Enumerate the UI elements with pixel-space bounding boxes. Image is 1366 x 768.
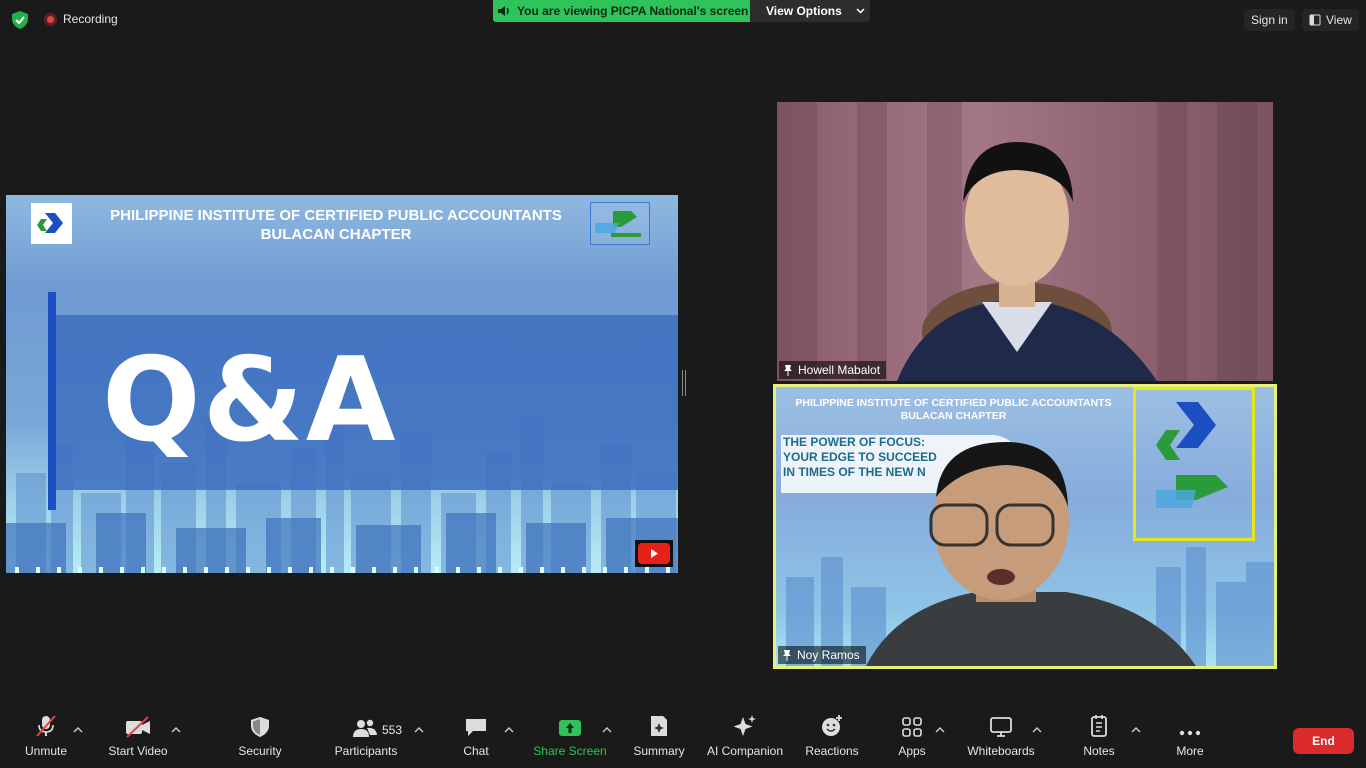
- caret-up-icon[interactable]: [1131, 726, 1141, 734]
- meeting-toolbar: Unmute Start Video Security Participants…: [0, 712, 1366, 768]
- viewing-label: You are viewing PICPA National's screen: [517, 4, 749, 18]
- start-video-label: Start Video: [108, 744, 168, 758]
- participant-name-howell: Howell Mabalot: [798, 363, 881, 377]
- apps-label: Apps: [898, 744, 926, 758]
- end-meeting-button[interactable]: End: [1293, 728, 1354, 754]
- unmute-button[interactable]: Unmute: [18, 712, 74, 768]
- whiteboards-icon: [990, 717, 1012, 737]
- recording-label: Recording: [63, 12, 118, 26]
- participant-name-noy: Noy Ramos: [797, 648, 860, 662]
- whiteboards-label: Whiteboards: [967, 744, 1035, 758]
- record-icon: [44, 12, 57, 26]
- slide-heading: Q&A: [102, 333, 398, 468]
- chat-icon: [466, 719, 486, 736]
- caret-up-icon[interactable]: [414, 726, 424, 734]
- meeting-top-bar: Recording You are viewing PICPA National…: [0, 0, 1366, 40]
- notes-button[interactable]: Notes: [1078, 712, 1120, 768]
- participants-button[interactable]: Participants: [330, 712, 402, 768]
- pin-icon: [784, 365, 792, 376]
- participants-label: Participants: [334, 744, 398, 758]
- slide-title-line2: BULACAN CHAPTER: [260, 226, 412, 243]
- beyond-numbers-logo: [590, 202, 650, 245]
- view-options-label: View Options: [766, 4, 842, 18]
- start-video-button[interactable]: Start Video: [106, 712, 170, 768]
- play-icon: [651, 549, 658, 558]
- summary-button[interactable]: Summary: [630, 712, 688, 768]
- pin-icon: [783, 650, 791, 661]
- share-screen-label: Share Screen: [533, 744, 607, 758]
- more-label: More: [1176, 744, 1204, 758]
- sign-in-label: Sign in: [1251, 13, 1288, 27]
- name-tag-noy: Noy Ramos: [778, 646, 866, 664]
- end-label: End: [1312, 734, 1335, 748]
- view-options-button[interactable]: View Options: [750, 0, 870, 22]
- name-tag-howell: Howell Mabalot: [779, 361, 887, 379]
- more-button[interactable]: More: [1170, 712, 1210, 768]
- caret-up-icon[interactable]: [602, 726, 612, 734]
- notes-label: Notes: [1083, 744, 1115, 758]
- ai-companion-label: AI Companion: [706, 744, 784, 758]
- sign-in-button[interactable]: Sign in: [1244, 9, 1295, 31]
- security-label: Security: [238, 744, 282, 758]
- video-play-button[interactable]: [635, 540, 673, 567]
- view-icon: [1309, 14, 1321, 26]
- participant-video-noy: [866, 442, 1196, 666]
- speaker-icon: [498, 6, 509, 16]
- notes-icon: [1091, 715, 1107, 737]
- apps-icon: [902, 717, 922, 737]
- participants-icon: [353, 719, 377, 737]
- summary-label: Summary: [633, 744, 685, 758]
- unmute-label: Unmute: [24, 744, 68, 758]
- viewing-screen-banner: You are viewing PICPA National's screen: [493, 0, 760, 22]
- shield-icon[interactable]: [10, 10, 30, 30]
- video-tile-howell[interactable]: Howell Mabalot: [777, 102, 1273, 381]
- apps-button[interactable]: Apps: [892, 712, 932, 768]
- security-icon: [251, 717, 269, 737]
- whiteboards-button[interactable]: Whiteboards: [962, 712, 1040, 768]
- caret-up-icon[interactable]: [935, 726, 945, 734]
- chevron-down-icon: [856, 8, 865, 14]
- ai-companion-button[interactable]: AI Companion: [704, 712, 786, 768]
- accent-bar: [48, 292, 56, 510]
- share-screen-icon: [559, 720, 581, 736]
- share-screen-button[interactable]: Share Screen: [532, 712, 608, 768]
- recording-indicator[interactable]: Recording: [44, 12, 118, 26]
- shared-screen-slide: PHILIPPINE INSTITUTE OF CERTIFIED PUBLIC…: [6, 195, 678, 573]
- caret-up-icon[interactable]: [504, 726, 514, 734]
- reactions-icon: [822, 715, 842, 736]
- slide-title-line1: PHILIPPINE INSTITUTE OF CERTIFIED PUBLIC…: [110, 207, 562, 224]
- panel-splitter-handle[interactable]: [682, 370, 686, 396]
- caret-up-icon[interactable]: [73, 726, 83, 734]
- view-button[interactable]: View: [1302, 9, 1359, 31]
- picpa-logo: [31, 203, 72, 244]
- video-off-icon: [126, 716, 150, 738]
- slide-footer-lights: [6, 567, 678, 573]
- caret-up-icon[interactable]: [171, 726, 181, 734]
- participant-video-howell: [777, 102, 1257, 381]
- chat-label: Chat: [463, 744, 489, 758]
- summary-icon: [651, 716, 667, 736]
- chat-button[interactable]: Chat: [452, 712, 500, 768]
- slide-title: PHILIPPINE INSTITUTE OF CERTIFIED PUBLIC…: [86, 206, 586, 244]
- caret-up-icon[interactable]: [1032, 726, 1042, 734]
- video-tile-noy[interactable]: PHILIPPINE INSTITUTE OF CERTIFIED PUBLIC…: [773, 384, 1277, 669]
- reactions-button[interactable]: Reactions: [802, 712, 862, 768]
- ai-companion-icon: [733, 715, 756, 736]
- mic-off-icon: [36, 715, 56, 737]
- security-button[interactable]: Security: [232, 712, 288, 768]
- more-icon: [1179, 730, 1201, 736]
- participants-count: 553: [382, 723, 403, 737]
- reactions-label: Reactions: [805, 744, 859, 758]
- view-label: View: [1326, 13, 1352, 27]
